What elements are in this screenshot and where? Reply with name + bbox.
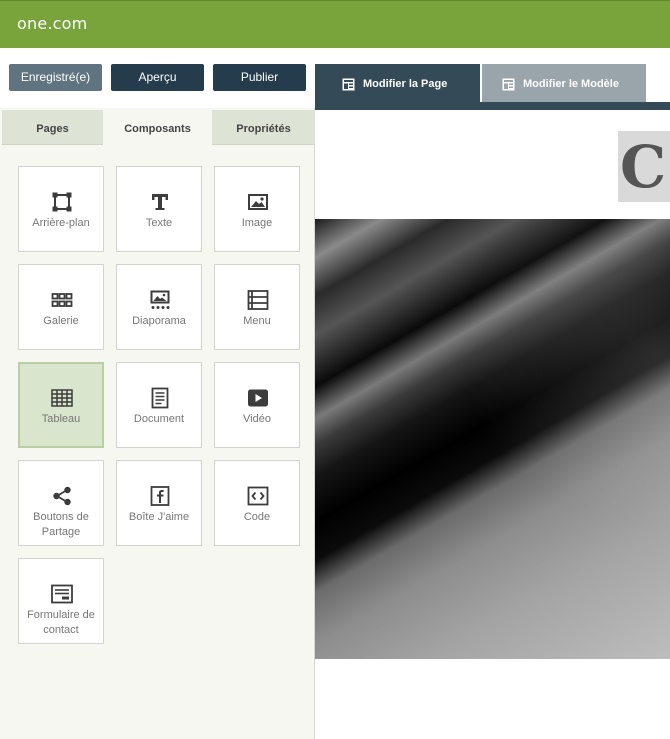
page-layout-icon [342, 78, 355, 91]
component-image[interactable]: Image [214, 166, 300, 252]
component-label: Boutons de Partage [33, 511, 89, 538]
component-code[interactable]: Code [214, 460, 300, 546]
text-icon [152, 194, 168, 210]
component-slideshow[interactable]: Diaporama [116, 264, 202, 350]
tab-edit-page[interactable]: Modifier la Page [315, 64, 480, 102]
component-label: Code [243, 511, 271, 523]
component-label: Diaporama [132, 315, 186, 327]
sidebar-tabs: Pages Composants Propriétés [0, 108, 315, 146]
app-logo[interactable]: one.com [17, 14, 87, 33]
component-label: Vidéo [243, 413, 271, 425]
tab-edit-template-label: Modifier le Modèle [523, 78, 619, 90]
component-text[interactable]: Texte [116, 166, 202, 252]
menu-list-icon [247, 290, 269, 310]
table-icon [51, 389, 73, 407]
document-icon [151, 387, 169, 409]
template-layout-icon [502, 78, 515, 91]
site-logo-text: C [620, 133, 667, 201]
image-icon [248, 194, 268, 210]
tab-pages[interactable]: Pages [2, 110, 103, 145]
component-share-buttons[interactable]: Boutons de Partage [18, 460, 104, 546]
code-icon [247, 486, 269, 506]
publish-button[interactable]: Publier [213, 64, 306, 91]
saved-button[interactable]: Enregistré(e) [9, 64, 102, 91]
preview-button[interactable]: Aperçu [111, 64, 204, 91]
tab-components[interactable]: Composants [105, 110, 210, 146]
slideshow-icon [150, 290, 170, 309]
share-icon [53, 486, 71, 506]
component-background[interactable]: Arrière-plan [18, 166, 104, 252]
component-video[interactable]: Vidéo [214, 362, 300, 448]
components-sidebar: Pages Composants Propriétés Arrière-plan… [0, 108, 315, 739]
gallery-grid-icon [51, 293, 73, 307]
component-label: Arrière-plan [32, 217, 90, 229]
component-contact-form[interactable]: Formulaire de contact [18, 558, 104, 644]
component-document[interactable]: Document [116, 362, 202, 448]
top-bar: one.com [0, 0, 670, 48]
component-label: Tableau [41, 413, 81, 425]
component-label: Boîte J'aime [128, 511, 190, 523]
tab-underline [315, 102, 670, 110]
tab-edit-template[interactable]: Modifier le Modèle [482, 64, 646, 102]
component-label: Formulaire de contact [27, 609, 95, 636]
component-gallery[interactable]: Galerie [18, 264, 104, 350]
component-label: Galerie [43, 315, 79, 327]
component-label: Texte [145, 217, 173, 229]
component-label: Image [241, 217, 273, 229]
component-label: Menu [243, 315, 271, 327]
tab-edit-page-label: Modifier la Page [363, 78, 448, 90]
tab-properties[interactable]: Propriétés [212, 110, 315, 145]
component-like-box[interactable]: Boîte J'aime [116, 460, 202, 546]
component-menu[interactable]: Menu [214, 264, 300, 350]
background-crop-icon [52, 192, 72, 212]
contact-form-icon [51, 584, 73, 604]
page-canvas[interactable]: C [315, 110, 670, 739]
hero-image[interactable] [315, 219, 670, 659]
video-play-icon [248, 389, 268, 407]
component-label: Document [133, 413, 185, 425]
component-table[interactable]: Tableau [18, 362, 104, 448]
site-logo[interactable]: C [618, 131, 670, 202]
facebook-icon [150, 486, 170, 506]
